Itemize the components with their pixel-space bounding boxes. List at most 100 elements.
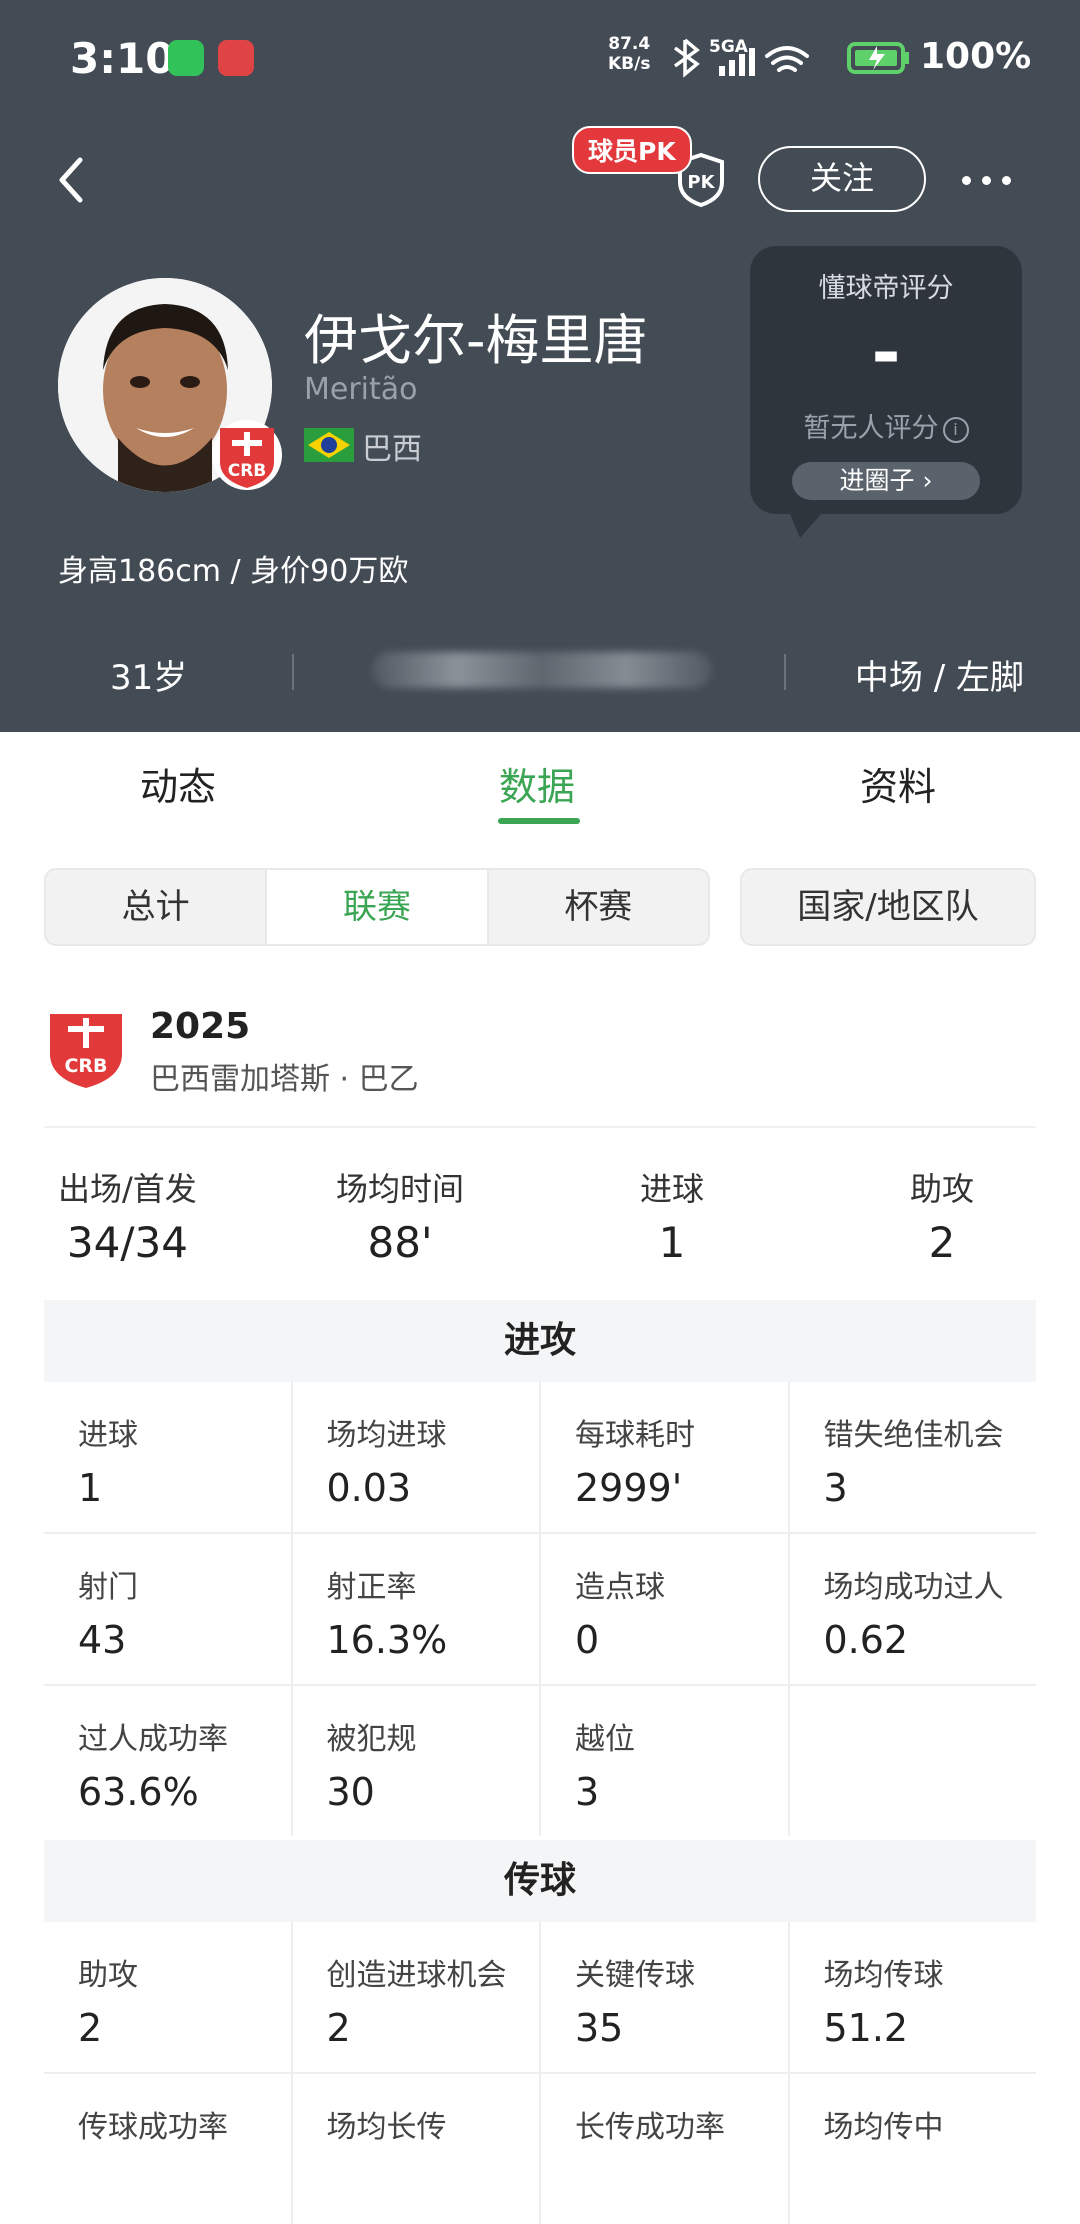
stat-label: 每球耗时: [575, 1418, 695, 1453]
player-position-foot: 中场 / 左脚: [854, 658, 1024, 698]
active-tab-indicator: [498, 818, 580, 824]
join-circle-button[interactable]: 进圈子 ›: [792, 462, 980, 500]
league-club-badge-icon: CRB: [50, 1014, 122, 1088]
summary-minutes: 场均时间 88': [336, 1164, 464, 1267]
summary-value: 34/34: [66, 1218, 188, 1267]
battery-percent: 100%: [920, 36, 1032, 77]
summary-goals: 进球 1: [640, 1164, 704, 1267]
stat-cell: 助攻 2: [44, 1922, 291, 2072]
stat-cell: 长传成功率: [541, 2074, 788, 2224]
status-time: 3:10: [70, 34, 175, 83]
stat-cell: 场均长传: [292, 2074, 539, 2224]
bluetooth-icon: [673, 38, 700, 78]
section-title: 传球: [44, 1840, 1036, 1922]
tab-data[interactable]: 数据: [499, 756, 575, 811]
stat-cell: 传球成功率: [44, 2074, 291, 2224]
player-header: 3:10 87.4 KB/s 5GA 100% PK 球员PK 关注 CRB 伊…: [0, 0, 1080, 732]
divider: [784, 654, 786, 690]
stat-cell: 场均传球 51.2: [789, 1922, 1036, 2072]
stat-value: 1: [78, 1466, 103, 1510]
stat-label: 关键传球: [575, 1958, 695, 1993]
follow-button[interactable]: 关注: [758, 146, 926, 212]
segment-cup[interactable]: 杯赛: [489, 870, 708, 944]
back-arrow-icon[interactable]: [48, 150, 98, 210]
join-circle-label: 进圈子: [839, 466, 915, 495]
stat-cell: 越位 3: [541, 1686, 788, 1836]
stat-label: 被犯规: [326, 1722, 417, 1757]
network-speed-value: 87.4: [608, 34, 651, 54]
summary-apps: 出场/首发 34/34: [58, 1164, 197, 1267]
stat-value: 2: [78, 2006, 103, 2050]
stat-label: 场均传中: [823, 2110, 944, 2145]
stat-value: 0.62: [823, 1618, 909, 1662]
stat-value: 51.2: [823, 2006, 909, 2050]
stat-label: 场均长传: [326, 2110, 447, 2145]
player-name: 伊戈尔-梅里唐: [304, 309, 648, 372]
segment-national-team[interactable]: 国家/地区队: [740, 868, 1036, 946]
stat-value: 3: [823, 1466, 848, 1510]
attack-grid: 进球 1 场均进球 0.03 每球耗时 2999' 错失绝佳机会 3 射门 43 射正率 1…: [44, 1382, 1036, 1836]
stat-cell: 错失绝佳机会 3: [789, 1382, 1036, 1532]
divider: [44, 1126, 1036, 1128]
stat-cell: 射门 43: [44, 1534, 291, 1684]
rating-card[interactable]: 懂球帝评分 - 暂无人评分 i 进圈子 ›: [750, 246, 1022, 514]
stat-label: 越位: [575, 1722, 635, 1757]
league-badge-text: CRB: [64, 1055, 107, 1077]
club-crest-text: CRB: [228, 461, 267, 481]
wifi-icon: [765, 46, 809, 72]
pk-badge-label: 球员PK: [572, 126, 692, 174]
player-latin-name: Meritão: [304, 372, 418, 407]
stat-value: 43: [78, 1618, 127, 1662]
stat-value: 30: [326, 1770, 375, 1814]
stat-cell: 场均进球 0.03: [292, 1382, 539, 1532]
stat-label: 过人成功率: [78, 1722, 228, 1757]
rating-card-tail: [786, 504, 830, 538]
summary-label: 助攻: [910, 1170, 975, 1208]
status-icons: 5GA: [673, 37, 909, 78]
stat-cell-empty: [789, 1686, 1036, 1836]
rating-value: -: [871, 312, 901, 394]
rating-title: 懂球帝评分: [818, 273, 954, 304]
summary-value: 2: [928, 1218, 956, 1267]
segment-total[interactable]: 总计: [46, 870, 265, 944]
league-name: 巴西雷加塔斯 · 巴乙: [150, 1062, 419, 1097]
pk-shield-text: PK: [687, 172, 715, 193]
stat-label: 长传成功率: [575, 2110, 725, 2145]
tab-profile[interactable]: 资料: [860, 756, 936, 811]
stat-value: 0: [575, 1618, 600, 1662]
tab-news[interactable]: 动态: [140, 756, 216, 811]
stat-label: 射门: [78, 1570, 138, 1605]
blurred-info: [372, 652, 712, 688]
network-speed: 87.4 KB/s: [608, 34, 650, 74]
summary-value: 88': [367, 1218, 433, 1267]
rating-empty-label: 暂无人评分 i: [750, 406, 1022, 445]
player-pk-button[interactable]: PK 球员PK: [572, 122, 732, 212]
brazil-flag-icon: [304, 428, 354, 462]
segment-league[interactable]: 联赛: [265, 870, 489, 944]
stat-label: 进球: [78, 1418, 138, 1453]
stat-value: 2: [326, 2006, 351, 2050]
stat-cell: 每球耗时 2999': [541, 1382, 788, 1532]
network-speed-unit: KB/s: [608, 54, 651, 74]
stat-label: 错失绝佳机会: [823, 1418, 1004, 1453]
stat-cell: 射正率 16.3%: [292, 1534, 539, 1684]
summary-value: 1: [658, 1218, 686, 1267]
info-icon[interactable]: i: [942, 416, 969, 443]
stat-label: 助攻: [78, 1958, 138, 1993]
stat-value: 2999': [575, 1466, 683, 1510]
stat-value: 63.6%: [78, 1770, 199, 1814]
divider: [292, 654, 294, 690]
stat-cell: 造点球 0: [541, 1534, 788, 1684]
stat-cell: 进球 1: [44, 1382, 291, 1532]
more-options-icon[interactable]: [962, 170, 1022, 189]
stat-cell: 被犯规 30: [292, 1686, 539, 1836]
player-body-info: 身高186cm / 身价90万欧: [58, 554, 409, 589]
summary-label: 进球: [640, 1170, 705, 1208]
app-notification-icon: [218, 40, 254, 76]
player-age: 31岁: [110, 658, 188, 698]
stat-value: 35: [575, 2006, 624, 2050]
summary-assists: 助攻 2: [910, 1164, 974, 1267]
stat-label: 射正率: [326, 1570, 417, 1605]
stat-cell: 场均成功过人 0.62: [789, 1534, 1036, 1684]
stat-cell: 过人成功率 63.6%: [44, 1686, 291, 1836]
